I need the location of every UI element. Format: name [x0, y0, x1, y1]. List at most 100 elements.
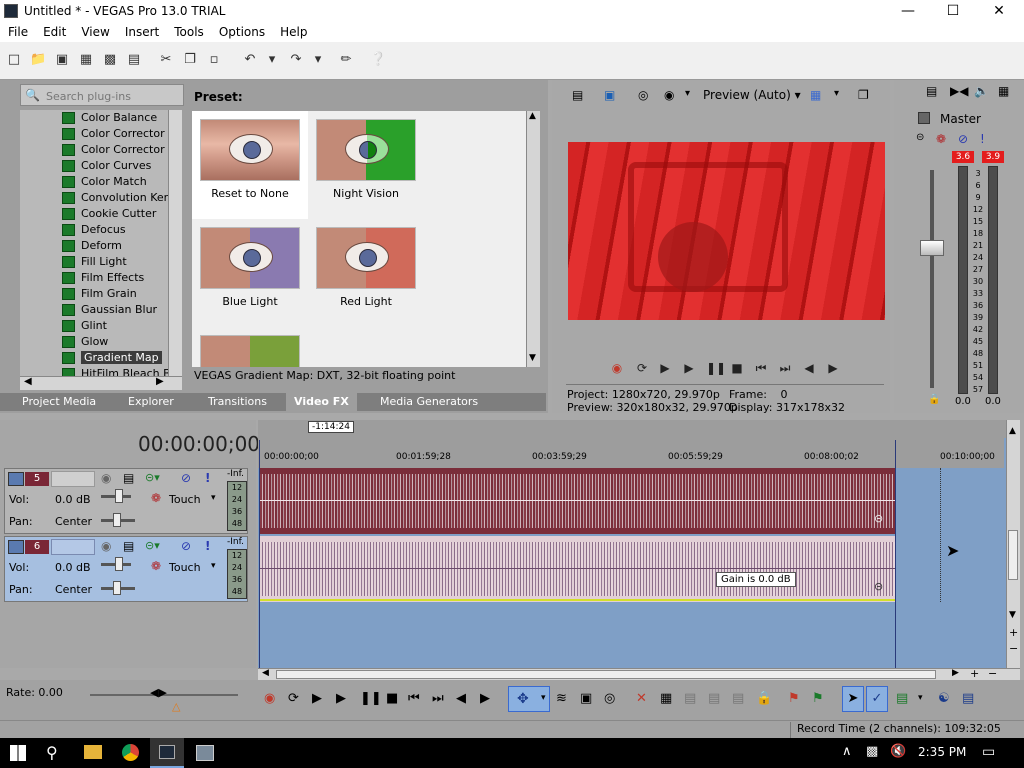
track-6-automation-mode[interactable]: Touch: [169, 561, 201, 574]
audio-event-track-6[interactable]: [259, 536, 895, 602]
rate-reset-icon[interactable]: △: [172, 700, 180, 713]
transport-record-icon[interactable]: ◉: [264, 691, 275, 706]
file-explorer-icon[interactable]: [84, 745, 102, 759]
lock-envelopes-icon[interactable]: ☯: [938, 691, 950, 706]
vegas-taskbar-button[interactable]: [150, 738, 184, 768]
transport-start-icon[interactable]: ⏮: [408, 691, 420, 706]
transport-play-icon[interactable]: ▶: [336, 691, 346, 706]
menu-help[interactable]: Help: [272, 22, 314, 39]
plugin-item[interactable]: Color Balance: [20, 110, 168, 126]
previous-frame-icon[interactable]: ◀: [802, 361, 816, 375]
transport-loop-icon[interactable]: ⟳: [288, 691, 299, 706]
minimize-button[interactable]: —: [885, 2, 931, 20]
plugin-item[interactable]: Glow: [20, 334, 168, 350]
tab-project-media[interactable]: Project Media: [22, 395, 96, 408]
master-mute-icon[interactable]: ⊘: [958, 132, 968, 146]
next-frame-icon[interactable]: ▶: [826, 361, 840, 375]
clock[interactable]: 2:35 PM: [918, 745, 966, 759]
track-6-automation-icon[interactable]: ❁: [151, 559, 161, 573]
transport-play-start-icon[interactable]: ▶: [312, 691, 322, 706]
tab-video-fx[interactable]: Video FX: [286, 393, 357, 411]
scroll-down-icon[interactable]: ▼: [1009, 610, 1016, 620]
transport-pause-icon[interactable]: ❚❚: [360, 691, 382, 706]
trim-icon[interactable]: ▦: [660, 691, 672, 706]
go-to-end-icon[interactable]: ⏭: [778, 361, 792, 375]
timeline-hscroll-thumb[interactable]: [276, 670, 936, 679]
lock-icon[interactable]: 🔒: [756, 691, 772, 706]
search-plugins[interactable]: 🔍 Search plug-ins: [20, 84, 184, 106]
scroll-left-icon[interactable]: ◀: [24, 376, 32, 387]
preset-thumbnail-partial[interactable]: [200, 335, 300, 367]
menu-tools[interactable]: Tools: [166, 22, 211, 39]
close-button[interactable]: ✕: [976, 2, 1022, 20]
cleanup-brush-icon[interactable]: ✏: [338, 52, 354, 68]
timeline-vscroll-thumb[interactable]: [1008, 530, 1018, 580]
track-5-insert-fx-icon[interactable]: ⊝▾: [145, 471, 160, 484]
preview-properties-icon[interactable]: ▤: [572, 88, 588, 104]
time-ruler[interactable]: 00:00:00;00 00:01:59;28 00:03:59;29 00:0…: [258, 438, 1004, 468]
plugin-item[interactable]: Gradient Map: [20, 350, 168, 366]
transport-prev-frame-icon[interactable]: ◀: [456, 691, 466, 706]
render-icon[interactable]: ▩: [102, 52, 118, 68]
search-taskbar-icon[interactable]: ⚲: [46, 743, 58, 762]
tab-transitions[interactable]: Transitions: [208, 395, 267, 408]
track-5-arm-record-icon[interactable]: ◉: [101, 471, 111, 485]
properties-icon[interactable]: ▤: [126, 52, 142, 68]
track-5-mute-icon[interactable]: ⊘: [181, 471, 191, 485]
master-fader-handle[interactable]: [920, 240, 944, 256]
undo-dropdown-icon[interactable]: ▾: [264, 52, 280, 68]
preview-fx-icon[interactable]: ◎: [638, 88, 654, 104]
plugin-item[interactable]: Color Corrector (S: [20, 142, 168, 158]
transport-end-icon[interactable]: ⏭: [432, 691, 444, 706]
copy-icon[interactable]: ❐: [182, 52, 198, 68]
plugin-item[interactable]: Glint: [20, 318, 168, 334]
windows-start-icon[interactable]: [10, 745, 26, 761]
plugin-item[interactable]: Color Corrector: [20, 126, 168, 142]
track-6-name-field[interactable]: [51, 539, 95, 555]
menu-edit[interactable]: Edit: [35, 22, 73, 39]
menu-insert[interactable]: Insert: [117, 22, 166, 39]
record-icon[interactable]: ◉: [610, 361, 624, 375]
scroll-up-icon[interactable]: ▲: [1009, 426, 1016, 436]
paste-icon[interactable]: ▫: [206, 52, 222, 68]
ignore-grouping-icon[interactable]: ▤: [962, 691, 974, 706]
track-5-expand-icon[interactable]: [8, 472, 24, 486]
tab-explorer[interactable]: Explorer: [128, 395, 174, 408]
track-6-vol-slider-handle[interactable]: [115, 557, 123, 571]
chrome-icon[interactable]: [122, 744, 139, 761]
tab-media-generators[interactable]: Media Generators: [380, 395, 478, 408]
copy-snapshot-icon[interactable]: ❐: [858, 88, 869, 102]
track-header-5[interactable]: 5 ◉ ▤ ⊝▾ ⊘ ! Vol: 0.0 dB ❁ Touch ▾ Pan: …: [4, 468, 248, 534]
mixer-properties-icon[interactable]: ▤: [926, 84, 937, 98]
overlays-icon[interactable]: ▦: [810, 88, 821, 102]
dim-output-icon[interactable]: 🔈: [974, 84, 989, 98]
track-6-expand-icon[interactable]: [8, 540, 24, 554]
downmix-icon[interactable]: ▶◀: [950, 84, 968, 98]
plugin-item[interactable]: Defocus: [20, 222, 168, 238]
track-5-automation-icon[interactable]: ❁: [151, 491, 161, 505]
scroll-left-icon[interactable]: ◀: [262, 668, 269, 678]
menu-view[interactable]: View: [73, 22, 116, 39]
track-5-automation-mode[interactable]: Touch: [169, 493, 201, 506]
save-icon[interactable]: ▣: [54, 52, 70, 68]
network-icon[interactable]: ▩: [866, 744, 878, 759]
plugin-item[interactable]: Fill Light: [20, 254, 168, 270]
play-icon[interactable]: ▶: [682, 361, 696, 375]
app-taskbar-icon[interactable]: [196, 745, 214, 761]
scroll-right-icon[interactable]: ▶: [952, 668, 959, 678]
undo-icon[interactable]: ↶: [242, 52, 258, 68]
track-6-mute-icon[interactable]: ⊘: [181, 539, 191, 553]
insert-region-icon[interactable]: ⚑: [812, 691, 824, 706]
selection-tool-icon[interactable]: ▣: [580, 691, 592, 706]
plugin-tree-hscrollbar[interactable]: ◀ ▶: [20, 376, 182, 390]
track-6-fx-icon[interactable]: ▤: [123, 539, 134, 553]
split-dropdown-icon[interactable]: ▾: [685, 88, 690, 99]
hzoom-in-icon[interactable]: +: [970, 667, 979, 680]
external-monitor-icon[interactable]: ▣: [604, 88, 620, 104]
plugin-item[interactable]: Film Grain: [20, 286, 168, 302]
split-screen-icon[interactable]: ◉: [664, 88, 680, 104]
snapping-toggle[interactable]: ➤: [842, 686, 864, 712]
pause-icon[interactable]: ❚❚: [706, 361, 726, 375]
audio-event-track-5[interactable]: [259, 468, 895, 534]
delete-icon[interactable]: ✕: [636, 691, 647, 706]
